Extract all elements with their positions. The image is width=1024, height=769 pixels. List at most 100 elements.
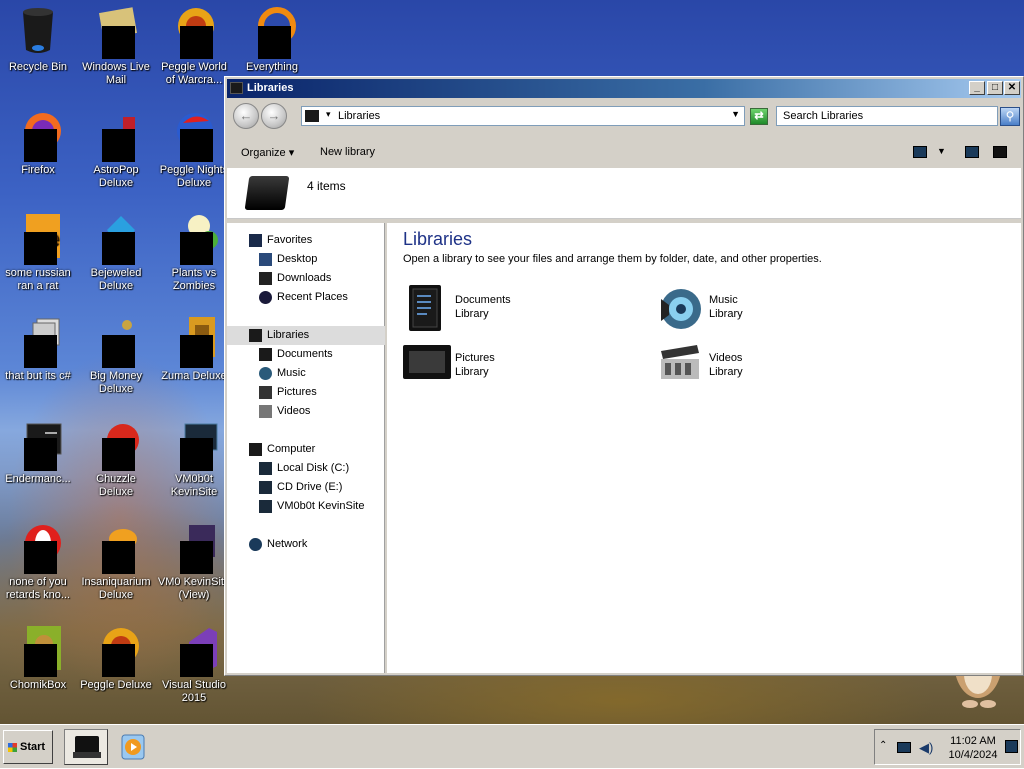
desktop-icon-peggle-nights[interactable]: Peggle Nights Deluxe bbox=[156, 107, 232, 205]
videos-library-icon bbox=[657, 343, 701, 387]
search-button[interactable]: ⚲ bbox=[1000, 107, 1020, 126]
view-options-icon[interactable] bbox=[913, 146, 927, 158]
pvz-icon bbox=[169, 212, 219, 265]
peggle-icon bbox=[91, 624, 141, 677]
libraries-icon bbox=[249, 329, 262, 342]
desktop-icon-windows-live-mail[interactable]: Windows Live Mail bbox=[78, 4, 154, 102]
breadcrumb-arrow-icon[interactable]: ▾ bbox=[326, 109, 331, 120]
icon-label: Windows Live Mail bbox=[82, 61, 150, 86]
desktop-icon-none-of-you[interactable]: none of you retards kno... bbox=[0, 519, 76, 617]
network-tray-icon[interactable] bbox=[897, 742, 911, 753]
desktop-icon-peggle-deluxe[interactable]: Peggle Deluxe bbox=[78, 622, 154, 720]
mail-icon bbox=[91, 6, 141, 59]
network-drive-icon bbox=[259, 500, 272, 513]
start-button[interactable]: Start bbox=[3, 730, 53, 764]
nav-recent-places[interactable]: Recent Places bbox=[227, 288, 385, 307]
nav-computer[interactable]: Computer bbox=[227, 440, 385, 459]
desktop-icon-recycle-bin[interactable]: Recycle Bin bbox=[0, 4, 76, 102]
desktop-icon-endermanch[interactable]: Endermanc... bbox=[0, 416, 76, 514]
nav-cd-drive[interactable]: CD Drive (E:) bbox=[227, 478, 385, 497]
icon-label: VM0 KevinSite (View) bbox=[157, 576, 231, 601]
desktop-icon-firefox[interactable]: Firefox bbox=[0, 107, 76, 205]
refresh-button[interactable]: ⇄ bbox=[750, 108, 768, 125]
nav-desktop[interactable]: Desktop bbox=[227, 250, 385, 269]
desktop-icon-zuma[interactable]: Zuma Deluxe bbox=[156, 313, 232, 411]
library-music[interactable]: Music Library bbox=[657, 285, 887, 335]
zuma-icon bbox=[169, 315, 219, 368]
desktop-icon bbox=[259, 253, 272, 266]
desktop-icon-chuzzle[interactable]: Chuzzle Deluxe bbox=[78, 416, 154, 514]
back-button[interactable]: ← bbox=[233, 103, 259, 129]
music-library-icon bbox=[657, 285, 701, 329]
clock[interactable]: 11:02 AM 10/4/2024 bbox=[947, 734, 999, 762]
icon-label: that but its c# bbox=[5, 370, 71, 382]
nav-network[interactable]: Network bbox=[227, 535, 385, 554]
new-library-button[interactable]: New library bbox=[320, 146, 375, 158]
address-bar[interactable]: ▾ Libraries ▼ bbox=[301, 106, 745, 126]
desktop-icon-russian-rat[interactable]: e some russian ran a rat bbox=[0, 210, 76, 308]
preview-pane-icon[interactable] bbox=[965, 146, 979, 158]
nav-documents[interactable]: Documents bbox=[227, 345, 385, 364]
search-input[interactable]: Search Libraries bbox=[776, 106, 998, 126]
close-button[interactable]: ✕ bbox=[1004, 81, 1020, 95]
command-bar: Organize ▾ New library ▼ bbox=[227, 137, 1021, 169]
help-icon[interactable] bbox=[993, 146, 1007, 158]
taskbar-explorer-button[interactable] bbox=[64, 729, 108, 765]
desktop-icon-that-but-its-csharp[interactable]: that but its c# bbox=[0, 313, 76, 411]
peggle-icon bbox=[169, 6, 219, 59]
desktop-icon-big-money[interactable]: Big Money Deluxe bbox=[78, 313, 154, 411]
icon-label: Insaniquarium Deluxe bbox=[81, 576, 151, 601]
music-icon bbox=[259, 367, 272, 380]
icon-label: some russian ran a rat bbox=[5, 267, 71, 292]
icon-label: Peggle Nights Deluxe bbox=[159, 164, 229, 189]
desktop-icon-plants-vs-zombies[interactable]: Plants vs Zombies bbox=[156, 210, 232, 308]
desktop-icon-insaniquarium[interactable]: Insaniquarium Deluxe bbox=[78, 519, 154, 617]
desktop-icon-bejeweled[interactable]: Bejeweled Deluxe bbox=[78, 210, 154, 308]
action-center-icon[interactable] bbox=[1005, 740, 1018, 753]
icon-label: Big Money Deluxe bbox=[90, 370, 142, 395]
desktop-icon-chomikbox[interactable]: ChomikBox bbox=[0, 622, 76, 720]
nav-label: Desktop bbox=[277, 253, 318, 265]
monitor-icon bbox=[169, 418, 219, 471]
desktop-icon-vm0b0t-kevinsite[interactable]: VM0b0t KevinSite bbox=[156, 416, 232, 514]
icon-label: Peggle World of Warcra... bbox=[161, 61, 227, 86]
content-pane: Libraries Open a library to see your fil… bbox=[387, 223, 1021, 673]
maximize-button[interactable]: □ bbox=[987, 81, 1003, 95]
icon-label: VM0b0t KevinSite bbox=[170, 473, 218, 498]
recycle-bin-icon bbox=[13, 6, 63, 56]
chevron-down-icon[interactable]: ▼ bbox=[731, 109, 740, 119]
forward-button[interactable]: → bbox=[261, 103, 287, 129]
nav-pictures[interactable]: Pictures bbox=[227, 383, 385, 402]
library-documents[interactable]: Documents Library bbox=[403, 285, 633, 335]
nav-label: Computer bbox=[267, 443, 316, 455]
desktop-icon-astropop[interactable]: AstroPop Deluxe bbox=[78, 107, 154, 205]
taskbar-media-player-button[interactable] bbox=[114, 729, 158, 765]
organize-button[interactable]: Organize ▾ bbox=[241, 146, 294, 159]
nav-favorites[interactable]: Favorites bbox=[227, 231, 385, 250]
downloads-icon bbox=[259, 272, 272, 285]
taskbar: Start ⌃ ◀) 11:02 AM 10/4/2024 bbox=[0, 724, 1024, 768]
nav-libraries[interactable]: Libraries bbox=[227, 326, 385, 345]
library-pictures[interactable]: Pictures Library bbox=[403, 343, 633, 393]
nav-kevinsite[interactable]: VM0b0t KevinSite bbox=[227, 497, 385, 516]
show-hidden-icons-icon[interactable]: ⌃ bbox=[879, 740, 887, 751]
nav-local-disk[interactable]: Local Disk (C:) bbox=[227, 459, 385, 478]
icon-label: Zuma Deluxe bbox=[161, 370, 227, 382]
bejeweled-icon bbox=[91, 212, 141, 265]
nav-downloads[interactable]: Downloads bbox=[227, 269, 385, 288]
content-heading: Libraries bbox=[403, 229, 473, 249]
window-titlebar[interactable]: Libraries _ □ ✕ bbox=[227, 79, 1021, 98]
nav-label: Network bbox=[267, 538, 308, 550]
desktop-icon-vm0-kevinsite-view[interactable]: VM0 KevinSite (View) bbox=[156, 519, 232, 617]
minimize-button[interactable]: _ bbox=[969, 81, 985, 95]
view-dropdown-icon[interactable]: ▼ bbox=[937, 146, 946, 156]
opera-icon bbox=[13, 521, 63, 574]
nav-videos[interactable]: Videos bbox=[227, 402, 385, 421]
clock-date: 10/4/2024 bbox=[948, 749, 998, 761]
desktop-icon-visual-studio[interactable]: Visual Studio 2015 bbox=[156, 622, 232, 720]
nav-music[interactable]: Music bbox=[227, 364, 385, 383]
library-name: Pictures bbox=[455, 352, 495, 364]
volume-icon[interactable]: ◀) bbox=[919, 740, 933, 756]
library-videos[interactable]: Videos Library bbox=[657, 343, 887, 393]
desktop-icon-peggle-wow[interactable]: Peggle World of Warcra... bbox=[156, 4, 232, 102]
